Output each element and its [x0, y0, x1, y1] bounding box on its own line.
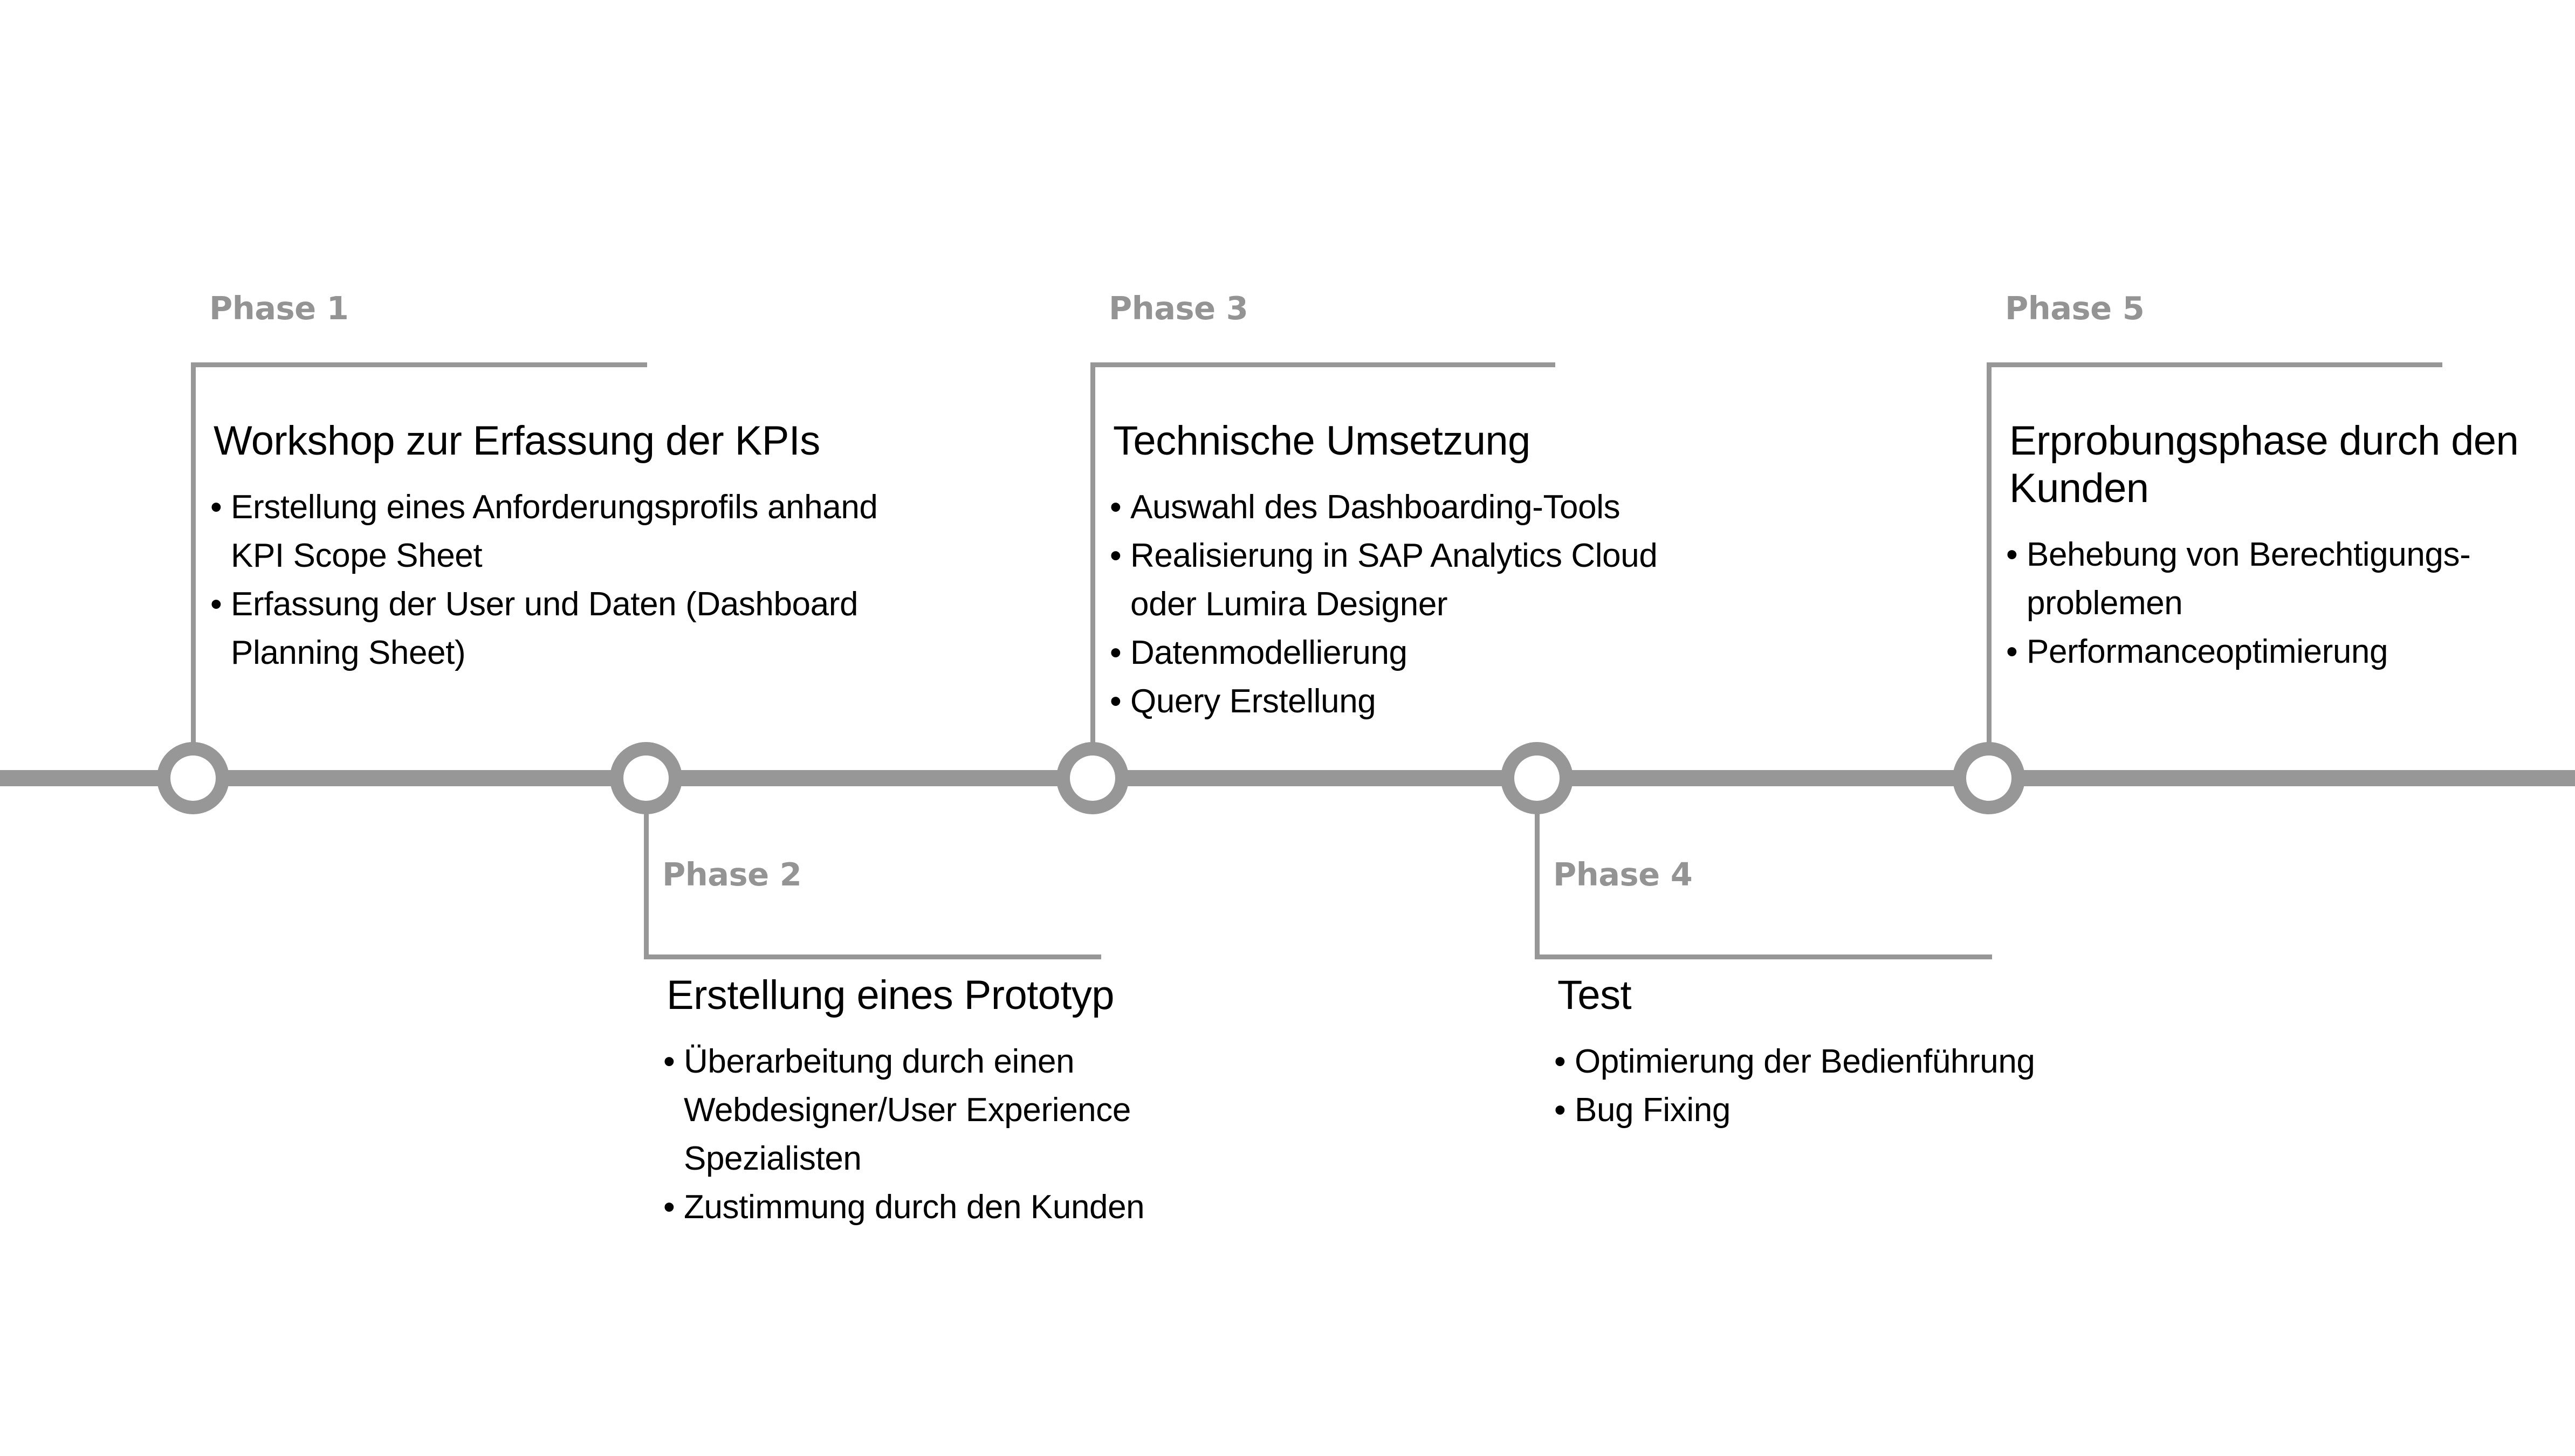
- list-item: Query Erstellung: [1110, 677, 1727, 726]
- list-item: Behebung von Berechtigungs-problemen: [2006, 531, 2526, 628]
- phase-3-label: Phase 3: [1109, 290, 1248, 327]
- timeline-node-4[interactable]: [1501, 742, 1573, 814]
- list-item: Performanceoptimierung: [2006, 628, 2526, 676]
- phase-2-title: Erstellung eines Prototyp: [667, 972, 1115, 1018]
- phase-block-3: Phase 3 Technische Umsetzung Auswahl des…: [1090, 291, 1727, 726]
- phase-2-bullet-list: Überarbeitung durch einen Webdesigner/Us…: [663, 1038, 1280, 1232]
- phase-2-label: Phase 2: [662, 856, 802, 893]
- list-item: Datenmodellierung: [1110, 629, 1727, 677]
- timeline-node-3[interactable]: [1056, 742, 1129, 814]
- phase-4-title: Test: [1557, 972, 1632, 1018]
- list-item: Bug Fixing: [1554, 1086, 2171, 1135]
- timeline-node-5[interactable]: [1953, 742, 2025, 814]
- list-item: Erfassung der User und Daten (Dashboard …: [210, 580, 892, 677]
- timeline-node-1[interactable]: [157, 742, 229, 814]
- phase-4-label: Phase 4: [1553, 856, 1693, 893]
- timeline-diagram: Phase 1 Workshop zur Erfassung der KPIs …: [0, 0, 2575, 1456]
- phase-4-bullet-list: Optimierung der Bedienführung Bug Fixing: [1554, 1038, 2171, 1135]
- phase-5-bullet-list: Behebung von Berechtigungs-problemen Per…: [2006, 531, 2526, 676]
- phase-block-1: Phase 1 Workshop zur Erfassung der KPIs …: [191, 291, 892, 677]
- list-item: Zustimmung durch den Kunden: [663, 1183, 1280, 1232]
- phase-3-bullet-list: Auswahl des Dashboarding-Tools Realisier…: [1110, 483, 1727, 726]
- timeline-node-2[interactable]: [610, 742, 682, 814]
- phase-1-label: Phase 1: [209, 290, 349, 327]
- phase-block-2: Phase 2 Erstellung eines Prototyp Überar…: [644, 857, 1280, 1232]
- list-item: Optimierung der Bedienführung: [1554, 1038, 2171, 1086]
- list-item: Auswahl des Dashboarding-Tools: [1110, 483, 1727, 532]
- phase-3-title: Technische Umsetzung: [1113, 418, 1530, 464]
- list-item: Erstellung eines Anforderungsprofils anh…: [210, 483, 892, 580]
- list-item: Überarbeitung durch einen Webdesigner/Us…: [663, 1038, 1280, 1183]
- timeline-axis: [0, 770, 2575, 786]
- phase-5-title: Erprobungsphase durch den Kunden: [2009, 418, 2519, 511]
- phase-1-title: Workshop zur Erfassung der KPIs: [214, 418, 820, 464]
- list-item: Realisierung in SAP Analytics Cloud oder…: [1110, 532, 1727, 629]
- phase-5-label: Phase 5: [2005, 290, 2145, 327]
- phase-1-bullet-list: Erstellung eines Anforderungsprofils anh…: [210, 483, 892, 677]
- phase-block-4: Phase 4 Test Optimierung der Bedienführu…: [1535, 857, 2171, 1135]
- phase-block-5: Phase 5 Erprobungsphase durch den Kunden…: [1987, 290, 2526, 677]
